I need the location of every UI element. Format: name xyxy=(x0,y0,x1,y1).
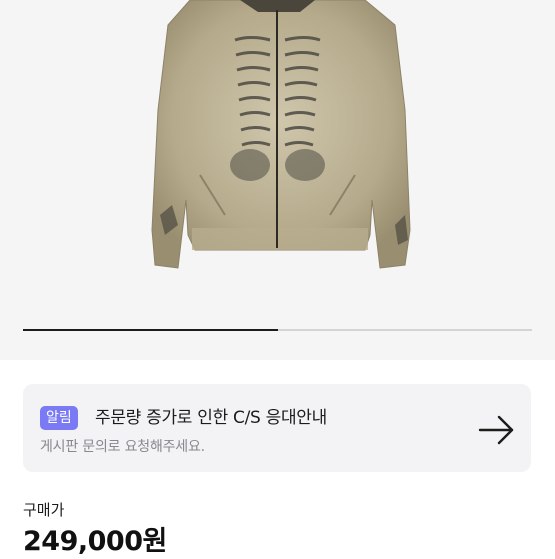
notice-subtitle: 게시판 문의로 요청해주세요. xyxy=(40,439,205,455)
product-photo-zip-hoodie xyxy=(151,0,411,269)
carousel-progress-fill xyxy=(23,329,278,331)
notice-card[interactable]: 알림 주문량 증가로 인한 C/S 응대안내 게시판 문의로 요청해주세요. xyxy=(23,384,531,472)
notice-title: 주문량 증가로 인한 C/S 응대안내 xyxy=(95,408,327,428)
notice-badge: 알림 xyxy=(40,406,78,430)
price-value: 249,000원 xyxy=(23,526,167,557)
price-label: 구매가 xyxy=(23,501,65,519)
carousel-progress-track xyxy=(23,329,532,331)
product-image-carousel[interactable] xyxy=(0,0,555,360)
arrow-right-icon[interactable] xyxy=(477,412,517,448)
